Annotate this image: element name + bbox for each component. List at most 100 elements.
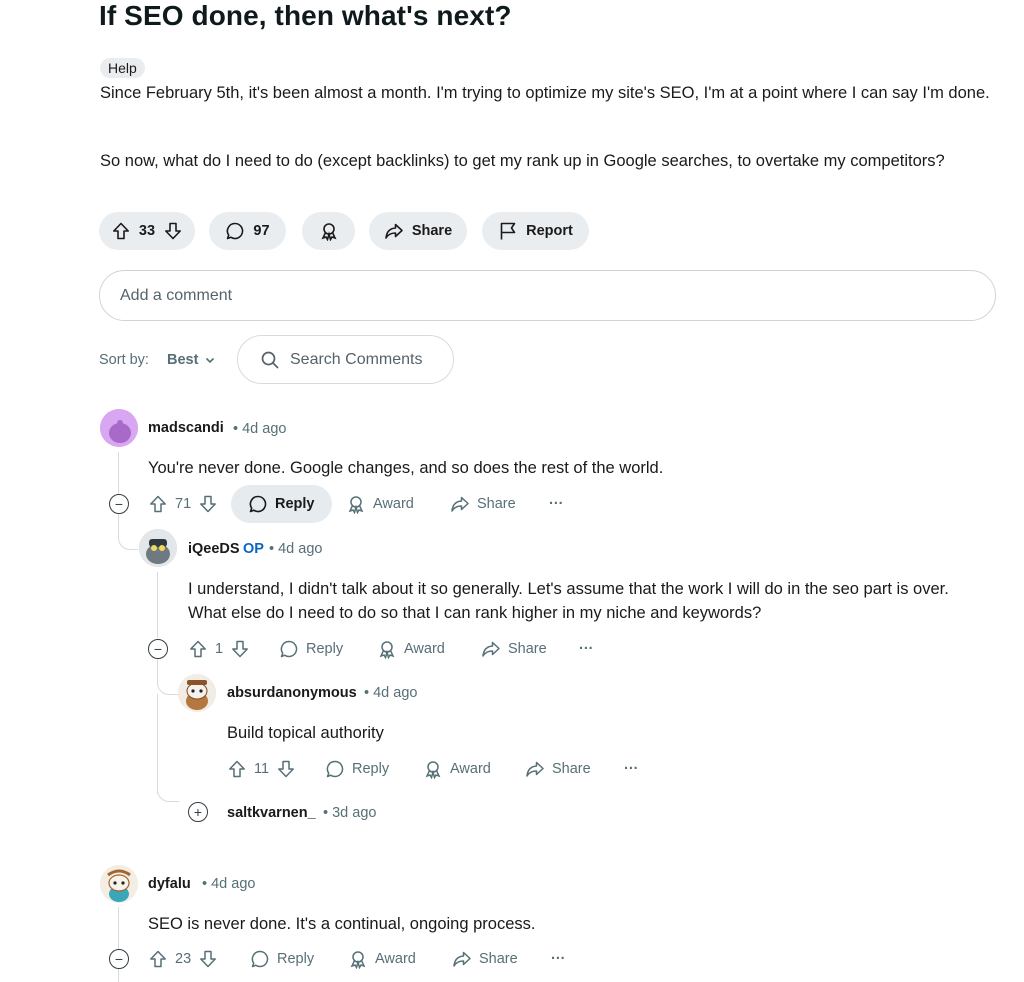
comment-time: • 4d ago <box>364 685 418 701</box>
share-button[interactable]: Share <box>450 485 516 523</box>
comment-icon <box>325 759 345 779</box>
more-icon: ··· <box>624 761 639 777</box>
thread-connector <box>118 514 138 550</box>
share-icon <box>452 949 472 969</box>
thread-line[interactable] <box>118 969 119 982</box>
thread-line[interactable] <box>157 694 158 794</box>
award-icon <box>348 949 368 969</box>
downvote-icon[interactable] <box>276 759 296 779</box>
post-flair[interactable]: Help <box>100 58 145 78</box>
sort-dropdown[interactable]: Best <box>167 352 216 368</box>
comment-time: • 4d ago <box>202 876 256 892</box>
upvote-icon[interactable] <box>148 949 168 969</box>
share-label: Share <box>552 761 591 777</box>
reply-label: Reply <box>277 951 315 967</box>
post-vote-pill: 33 <box>99 212 195 250</box>
more-options-button[interactable]: ··· <box>551 940 566 978</box>
comment-time: • 4d ago <box>233 421 287 437</box>
award-label: Award <box>450 761 491 777</box>
post-comment-count: 97 <box>253 223 270 239</box>
search-comments-placeholder: Search Comments <box>290 350 423 368</box>
share-icon <box>525 759 545 779</box>
avatar[interactable] <box>100 409 138 447</box>
expand-thread-button[interactable]: + <box>188 802 208 822</box>
upvote-icon[interactable] <box>227 759 247 779</box>
comment-author[interactable]: absurdanonymous <box>227 685 357 701</box>
downvote-icon[interactable] <box>198 949 218 969</box>
share-label: Share <box>479 951 518 967</box>
collapse-thread-button[interactable]: − <box>148 639 168 659</box>
upvote-icon[interactable] <box>148 494 168 514</box>
more-options-button[interactable]: ··· <box>624 750 639 788</box>
vote-count: 11 <box>254 761 270 777</box>
search-comments-input[interactable]: Search Comments <box>237 335 454 384</box>
post-share-label: Share <box>411 223 453 239</box>
award-label: Award <box>373 496 414 512</box>
comment-actions: 23 Reply Award Share ··· <box>148 940 588 978</box>
reply-button[interactable]: Reply <box>279 630 343 668</box>
comment-time: • 4d ago <box>269 541 323 557</box>
post-award-button[interactable] <box>302 212 355 250</box>
upvote-icon[interactable] <box>111 221 131 241</box>
snoo-avatar-icon <box>100 409 138 447</box>
minus-icon: − <box>114 496 124 512</box>
post-vote-count: 33 <box>138 223 156 239</box>
minus-icon: − <box>153 641 163 657</box>
thread-connector <box>157 659 179 695</box>
post-comments-button[interactable]: 97 <box>209 212 286 250</box>
share-icon <box>384 221 404 241</box>
avatar[interactable] <box>178 674 216 712</box>
award-button[interactable]: Award <box>423 750 491 788</box>
avatar[interactable] <box>139 529 177 567</box>
reply-label: Reply <box>275 496 315 512</box>
comment-author[interactable]: madscandi <box>148 420 224 436</box>
comment-author[interactable]: iQeeDS <box>188 541 240 557</box>
comment-actions: 71 Reply Award Share ··· <box>148 485 588 523</box>
more-options-button[interactable]: ··· <box>579 630 594 668</box>
share-button[interactable]: Share <box>452 940 518 978</box>
award-button[interactable]: Award <box>377 630 445 668</box>
award-icon <box>319 221 339 241</box>
comment-text: Build topical authority <box>227 724 384 742</box>
plus-icon: + <box>193 804 203 820</box>
reply-button[interactable]: Reply <box>231 485 332 523</box>
share-label: Share <box>508 641 547 657</box>
award-button[interactable]: Award <box>348 940 416 978</box>
comment-icon <box>250 949 270 969</box>
share-button[interactable]: Share <box>525 750 591 788</box>
more-options-button[interactable]: ··· <box>549 485 564 523</box>
comment-author[interactable]: dyfalu <box>148 876 191 892</box>
collapse-thread-button[interactable]: − <box>109 949 129 969</box>
downvote-icon[interactable] <box>198 494 218 514</box>
comment-icon <box>225 221 245 241</box>
thread-connector <box>157 780 179 802</box>
comment-author[interactable]: saltkvarnen_ <box>227 805 316 821</box>
post-report-button[interactable]: Report <box>482 212 589 250</box>
downvote-icon[interactable] <box>163 221 183 241</box>
post-share-button[interactable]: Share <box>369 212 467 250</box>
share-label: Share <box>477 496 516 512</box>
post-report-label: Report <box>526 223 573 239</box>
reply-button[interactable]: Reply <box>250 940 314 978</box>
comment-actions: 11 Reply Award Share ··· <box>227 750 647 788</box>
collapse-thread-button[interactable]: − <box>109 494 129 514</box>
award-button[interactable]: Award <box>346 485 414 523</box>
vote-group: 11 <box>227 750 296 788</box>
post-body-paragraph-1: Since February 5th, it's been almost a m… <box>100 84 990 102</box>
snoo-avatar-icon <box>178 674 216 712</box>
sort-label: Sort by: <box>99 352 149 368</box>
more-icon: ··· <box>579 641 594 657</box>
comment-text: SEO is never done. It's a continual, ong… <box>148 915 536 933</box>
share-button[interactable]: Share <box>481 630 547 668</box>
post-title: If SEO done, then what's next? <box>99 0 512 31</box>
thread-line[interactable] <box>118 907 119 949</box>
thread-line[interactable] <box>157 572 158 638</box>
comment-actions: 1 Reply Award Share ··· <box>188 630 608 668</box>
comment-text: I understand, I didn't talk about it so … <box>188 580 949 622</box>
reply-button[interactable]: Reply <box>325 750 389 788</box>
downvote-icon[interactable] <box>230 639 250 659</box>
upvote-icon[interactable] <box>188 639 208 659</box>
add-comment-input[interactable]: Add a comment <box>99 270 996 321</box>
avatar[interactable] <box>100 865 138 903</box>
thread-line[interactable] <box>118 452 119 494</box>
